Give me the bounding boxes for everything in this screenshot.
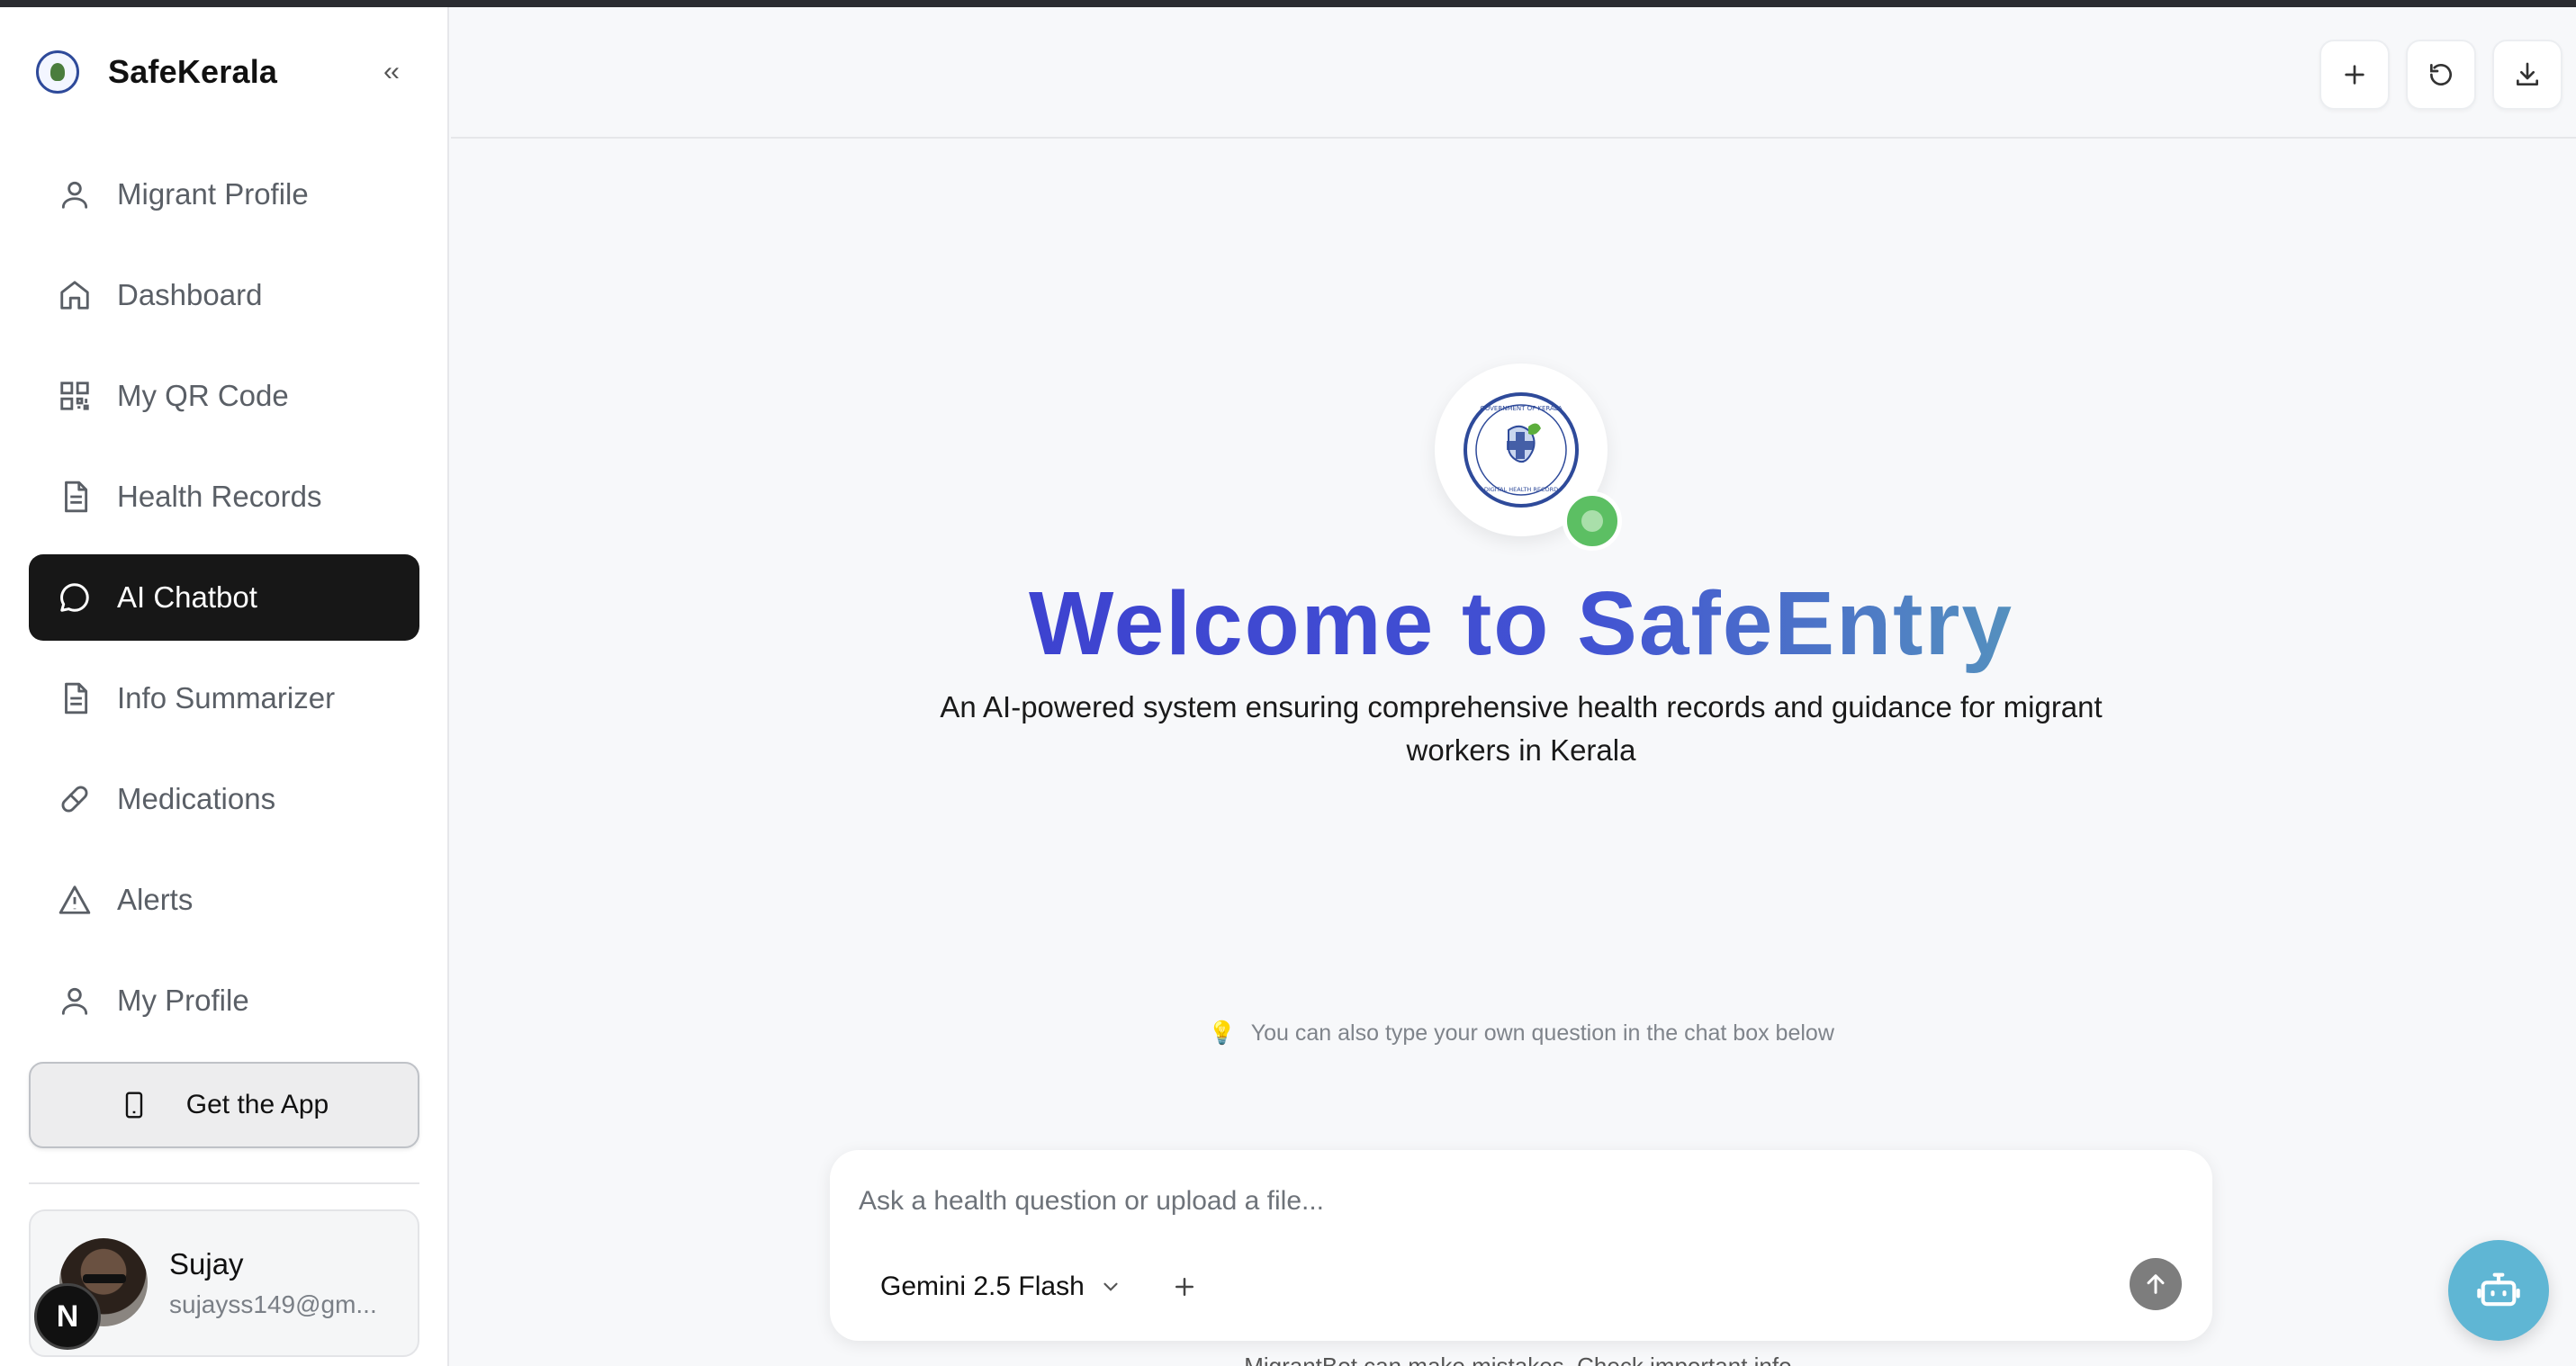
sidebar-item-health-records[interactable]: Health Records <box>29 454 419 540</box>
model-selector[interactable]: Gemini 2.5 Flash <box>880 1260 1122 1314</box>
warning-icon <box>58 883 92 917</box>
sidebar-item-label: My Profile <box>117 984 249 1017</box>
window-top-strip <box>0 0 2576 7</box>
plus-icon <box>2345 65 2364 85</box>
model-selector-label: Gemini 2.5 Flash <box>880 1272 1085 1301</box>
sidebar-item-info-summarizer[interactable]: Info Summarizer <box>29 655 419 741</box>
brand-name: SafeKerala <box>108 53 278 90</box>
svg-text:GOVERNMENT OF KERALA: GOVERNMENT OF KERALA <box>1480 405 1563 412</box>
sidebar-item-alerts[interactable]: Alerts <box>29 857 419 943</box>
chat-disclaimer: MigrantBot can make mistakes. Check impo… <box>1244 1353 1798 1366</box>
arrow-up-icon <box>2147 1274 2165 1294</box>
plus-icon <box>1175 1278 1193 1296</box>
header <box>451 7 2576 139</box>
sidebar-item-label: My QR Code <box>117 379 289 412</box>
brand[interactable]: SafeKerala <box>36 43 277 101</box>
svg-text:DIGITAL HEALTH RECORD: DIGITAL HEALTH RECORD <box>1484 486 1558 493</box>
chat-input[interactable] <box>859 1172 2173 1231</box>
smartphone-icon <box>125 1092 142 1119</box>
sidebar-item-label: Health Records <box>117 480 322 513</box>
sidebar-item-ai-chatbot[interactable]: AI Chatbot <box>29 554 419 641</box>
online-status-indicator <box>1563 491 1622 551</box>
subtitle-line-2: workers in Kerala <box>1406 733 1636 767</box>
qr-code-icon <box>58 379 92 413</box>
new-chat-button[interactable] <box>2319 40 2390 110</box>
user-email: sujayss149@gm... <box>169 1290 377 1318</box>
document-icon <box>58 681 92 715</box>
get-the-app-label: Get the App <box>185 1090 329 1119</box>
sidebar-nav: Migrant Profile Dashboard My QR Code Hea… <box>29 151 419 1058</box>
sidebar-item-label: Info Summarizer <box>117 681 336 714</box>
sidebar-item-label: Dashboard <box>117 278 263 311</box>
download-icon <box>2517 62 2538 85</box>
brand-logo-icon <box>36 50 79 94</box>
chatbot-fab-button[interactable] <box>2448 1240 2549 1341</box>
avatar-glasses-decoration <box>83 1274 126 1283</box>
chat-bubble-icon <box>58 580 92 615</box>
home-icon <box>58 278 92 312</box>
send-button[interactable] <box>2130 1258 2182 1310</box>
chat-hint-text: You can also type your own question in t… <box>1250 1020 1834 1046</box>
chevron-down-icon <box>1103 1282 1118 1291</box>
collapse-sidebar-button[interactable]: ‹‹ <box>371 54 410 90</box>
user-icon <box>58 177 92 211</box>
sidebar-item-label: AI Chatbot <box>117 580 257 614</box>
sidebar: SafeKerala ‹‹ Migrant Profile Dashboard … <box>0 7 449 1366</box>
pill-icon <box>58 782 92 816</box>
chat-composer: Gemini 2.5 Flash <box>830 1150 2212 1341</box>
sidebar-item-medications[interactable]: Medications <box>29 756 419 842</box>
reset-chat-button[interactable] <box>2406 40 2476 110</box>
sidebar-item-dashboard[interactable]: Dashboard <box>29 252 419 338</box>
sidebar-item-label: Migrant Profile <box>117 177 309 211</box>
attach-file-button[interactable] <box>1159 1262 1210 1312</box>
get-the-app-button[interactable]: Get the App <box>29 1062 419 1148</box>
sidebar-item-my-profile[interactable]: My Profile <box>29 957 419 1044</box>
sidebar-item-migrant-profile[interactable]: Migrant Profile <box>29 151 419 238</box>
sidebar-item-label: Medications <box>117 782 276 815</box>
robot-icon <box>2477 1272 2520 1307</box>
sidebar-item-label: Alerts <box>117 883 194 916</box>
user-icon <box>58 984 92 1018</box>
chat-hint: 💡 You can also type your own question in… <box>900 1020 2142 1047</box>
sidebar-divider <box>29 1182 419 1184</box>
dev-tools-badge[interactable]: N <box>34 1283 101 1350</box>
subtitle-line-1: An AI-powered system ensuring comprehens… <box>940 690 2103 723</box>
sidebar-item-my-qr-code[interactable]: My QR Code <box>29 353 419 439</box>
welcome-subtitle: An AI-powered system ensuring comprehens… <box>900 686 2142 772</box>
document-icon <box>58 480 92 514</box>
refresh-icon <box>2430 64 2452 85</box>
lightbulb-icon: 💡 <box>1208 1020 1237 1046</box>
welcome-title: Welcome to SafeEntry <box>900 565 2142 682</box>
user-name: Sujay <box>169 1247 244 1281</box>
download-chat-button[interactable] <box>2492 40 2562 110</box>
